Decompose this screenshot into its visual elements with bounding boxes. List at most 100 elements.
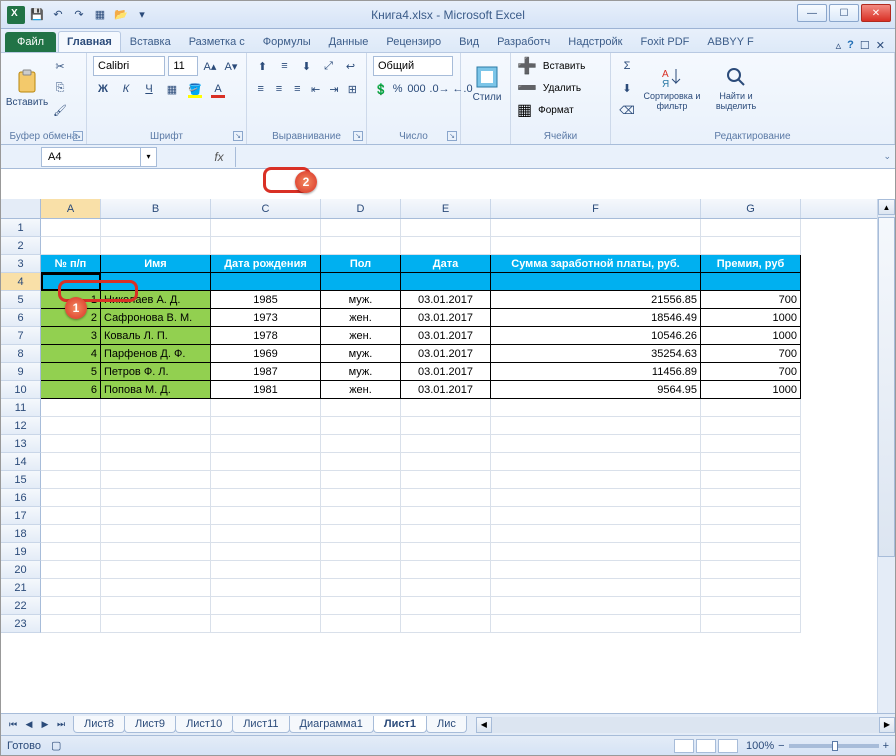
cell-E2[interactable] [401, 237, 491, 255]
cell-B4[interactable] [101, 273, 211, 291]
cell-G18[interactable] [701, 525, 801, 543]
cell-F8[interactable]: 35254.63 [491, 345, 701, 363]
cell-C7[interactable]: 1978 [211, 327, 321, 345]
close-button[interactable]: ✕ [861, 4, 891, 22]
normal-view-icon[interactable] [674, 739, 694, 753]
cell-F15[interactable] [491, 471, 701, 489]
cell-G3[interactable]: Премия, руб [701, 255, 801, 273]
row-header-2[interactable]: 2 [1, 237, 41, 255]
row-header-11[interactable]: 11 [1, 399, 41, 417]
autosum-icon[interactable]: Σ [617, 56, 637, 76]
copy-icon[interactable]: ⎘ [50, 78, 70, 98]
qat-dropdown-icon[interactable]: ▾ [133, 6, 151, 24]
sheet-next-icon[interactable]: ▶ [37, 717, 53, 733]
increase-indent-icon[interactable]: ⇥ [326, 79, 341, 99]
cell-A1[interactable] [41, 219, 101, 237]
merge-icon[interactable]: ⊞ [345, 79, 360, 99]
find-select-button[interactable]: Найти и выделить [707, 61, 765, 116]
cell-D4[interactable] [321, 273, 401, 291]
font-color-icon[interactable]: A [208, 79, 228, 99]
cell-D23[interactable] [321, 615, 401, 633]
cell-A22[interactable] [41, 597, 101, 615]
macro-record-icon[interactable]: ▢ [51, 739, 61, 752]
cell-G21[interactable] [701, 579, 801, 597]
cell-G14[interactable] [701, 453, 801, 471]
tab-review[interactable]: Рецензиро [377, 31, 450, 52]
row-header-17[interactable]: 17 [1, 507, 41, 525]
file-tab[interactable]: Файл [5, 32, 56, 52]
cell-D17[interactable] [321, 507, 401, 525]
cell-F16[interactable] [491, 489, 701, 507]
cell-B12[interactable] [101, 417, 211, 435]
sheet-tab-Лист1[interactable]: Лист1 [373, 716, 427, 733]
cell-A4[interactable] [41, 273, 101, 291]
align-middle-icon[interactable]: ≡ [275, 56, 294, 76]
row-header-15[interactable]: 15 [1, 471, 41, 489]
delete-cells-button[interactable]: ➖Удалить [517, 78, 604, 98]
cell-A15[interactable] [41, 471, 101, 489]
cell-B14[interactable] [101, 453, 211, 471]
cell-A23[interactable] [41, 615, 101, 633]
cell-F14[interactable] [491, 453, 701, 471]
cell-B18[interactable] [101, 525, 211, 543]
sheet-prev-icon[interactable]: ◀ [21, 717, 37, 733]
cell-G7[interactable]: 1000 [701, 327, 801, 345]
insert-cells-button[interactable]: ➕Вставить [517, 56, 604, 76]
save-icon[interactable]: 💾 [28, 6, 46, 24]
format-painter-icon[interactable]: 🖌 [50, 100, 70, 120]
select-all-corner[interactable] [1, 199, 41, 218]
column-header-C[interactable]: C [211, 199, 321, 218]
cell-G17[interactable] [701, 507, 801, 525]
cell-E10[interactable]: 03.01.2017 [401, 381, 491, 399]
cell-A8[interactable]: 4 [41, 345, 101, 363]
sort-filter-button[interactable]: АЯ Сортировка и фильтр [640, 61, 704, 116]
cell-C20[interactable] [211, 561, 321, 579]
cell-C19[interactable] [211, 543, 321, 561]
cell-F22[interactable] [491, 597, 701, 615]
cell-F19[interactable] [491, 543, 701, 561]
cell-E6[interactable]: 03.01.2017 [401, 309, 491, 327]
tab-layout[interactable]: Разметка с [180, 31, 254, 52]
font-size-combo[interactable]: 11 [168, 56, 198, 76]
cell-C4[interactable] [211, 273, 321, 291]
row-header-10[interactable]: 10 [1, 381, 41, 399]
cell-E23[interactable] [401, 615, 491, 633]
cell-D16[interactable] [321, 489, 401, 507]
cell-F13[interactable] [491, 435, 701, 453]
increase-decimal-icon[interactable]: .0→ [429, 79, 449, 99]
cell-C1[interactable] [211, 219, 321, 237]
cell-A21[interactable] [41, 579, 101, 597]
maximize-button[interactable]: ☐ [829, 4, 859, 22]
tab-view[interactable]: Вид [450, 31, 488, 52]
percent-icon[interactable]: % [392, 79, 404, 99]
cell-A12[interactable] [41, 417, 101, 435]
clipboard-dialog-icon[interactable]: ↘ [73, 131, 83, 141]
cell-B8[interactable]: Парфенов Д. Ф. [101, 345, 211, 363]
wrap-text-icon[interactable]: ↩ [341, 56, 360, 76]
fill-icon[interactable]: ⬇ [617, 78, 637, 98]
cell-G22[interactable] [701, 597, 801, 615]
cell-E8[interactable]: 03.01.2017 [401, 345, 491, 363]
cell-F3[interactable]: Сумма заработной платы, руб. [491, 255, 701, 273]
cell-C13[interactable] [211, 435, 321, 453]
row-header-16[interactable]: 16 [1, 489, 41, 507]
expand-formula-bar-icon[interactable]: ⌄ [883, 151, 891, 162]
orientation-icon[interactable]: ⤢ [319, 56, 338, 76]
cell-G11[interactable] [701, 399, 801, 417]
cell-B16[interactable] [101, 489, 211, 507]
vertical-scrollbar[interactable]: ▲ [877, 199, 895, 713]
cell-E19[interactable] [401, 543, 491, 561]
tab-formulas[interactable]: Формулы [254, 31, 320, 52]
border-icon[interactable]: ▦ [162, 79, 182, 99]
hscroll-left-icon[interactable]: ◀ [476, 717, 492, 733]
row-header-19[interactable]: 19 [1, 543, 41, 561]
cell-B21[interactable] [101, 579, 211, 597]
cell-E16[interactable] [401, 489, 491, 507]
cell-E9[interactable]: 03.01.2017 [401, 363, 491, 381]
vscroll-thumb[interactable] [878, 217, 895, 557]
cell-E1[interactable] [401, 219, 491, 237]
column-header-A[interactable]: A [41, 199, 101, 218]
cell-F17[interactable] [491, 507, 701, 525]
cell-A2[interactable] [41, 237, 101, 255]
tab-addins[interactable]: Надстройк [559, 31, 631, 52]
